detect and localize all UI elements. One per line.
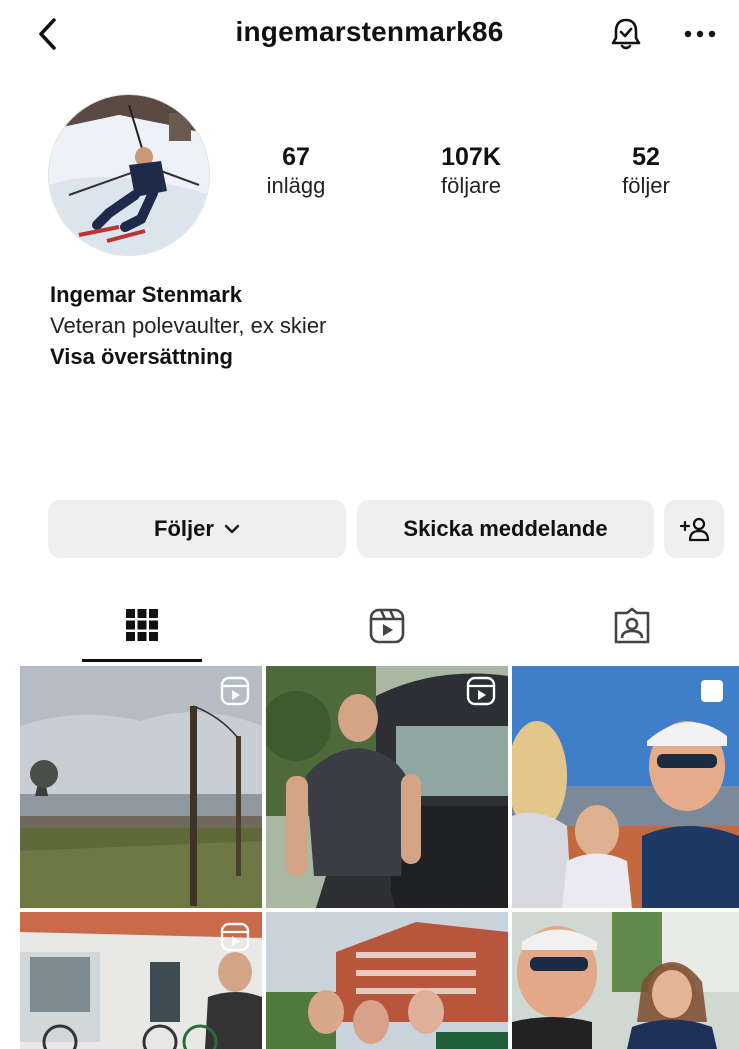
stat-following[interactable]: 52 följer xyxy=(576,142,716,200)
posts-label: inlägg xyxy=(266,173,326,198)
top-bar: ingemarstenmark86 xyxy=(0,0,739,70)
chevron-left-icon xyxy=(39,18,56,50)
post-thumbnail[interactable] xyxy=(266,912,508,1049)
notifications-button[interactable] xyxy=(606,14,646,54)
post-thumbnail[interactable] xyxy=(266,666,508,908)
bell-icon xyxy=(611,18,641,50)
add-user-icon xyxy=(679,517,709,542)
add-user-button[interactable] xyxy=(664,500,724,558)
translate-link[interactable]: Visa översättning xyxy=(50,342,690,372)
grid-icon xyxy=(126,608,158,641)
back-button[interactable] xyxy=(30,14,64,54)
tagged-icon xyxy=(614,607,650,644)
profile-name: Ingemar Stenmark xyxy=(50,282,242,307)
more-options-button[interactable] xyxy=(678,14,722,54)
following-count: 52 xyxy=(632,143,660,171)
tab-grid[interactable] xyxy=(82,590,202,662)
following-label: följer xyxy=(622,173,670,198)
stat-posts[interactable]: 67 inlägg xyxy=(226,142,366,200)
group-in-front-of-building-photo xyxy=(266,912,508,1049)
posts-grid xyxy=(20,666,739,1049)
more-horizontal-icon xyxy=(684,30,716,38)
message-button[interactable]: Skicka meddelande xyxy=(357,500,654,558)
avatar-skier-photo xyxy=(49,95,209,255)
profile-avatar[interactable] xyxy=(48,94,210,256)
bio-text: Veteran polevaulter, ex skier xyxy=(50,313,327,338)
followers-count: 107K xyxy=(441,143,501,171)
post-thumbnail[interactable] xyxy=(512,666,739,908)
multiple-photos-badge-icon xyxy=(701,680,723,702)
following-button-label: Följer xyxy=(154,516,214,541)
posts-count: 67 xyxy=(282,143,310,171)
reel-badge-icon xyxy=(220,922,250,952)
post-thumbnail[interactable] xyxy=(20,912,262,1049)
post-thumbnail[interactable] xyxy=(512,912,739,1049)
stat-followers[interactable]: 107K följare xyxy=(401,142,541,200)
post-thumbnail[interactable] xyxy=(20,666,262,908)
reels-icon xyxy=(369,608,405,644)
reel-badge-icon xyxy=(220,676,250,706)
profile-bio: Ingemar Stenmark Veteran polevaulter, ex… xyxy=(50,280,690,372)
message-button-label: Skicka meddelande xyxy=(403,516,608,541)
chevron-down-icon xyxy=(224,524,240,534)
tab-tagged[interactable] xyxy=(572,590,692,662)
following-button[interactable]: Följer xyxy=(48,500,346,558)
selfie-with-girl-photo xyxy=(512,912,739,1049)
profile-tabs xyxy=(0,590,739,662)
tab-reels[interactable] xyxy=(327,590,447,662)
reel-badge-icon xyxy=(466,676,496,706)
followers-label: följare xyxy=(441,173,501,198)
